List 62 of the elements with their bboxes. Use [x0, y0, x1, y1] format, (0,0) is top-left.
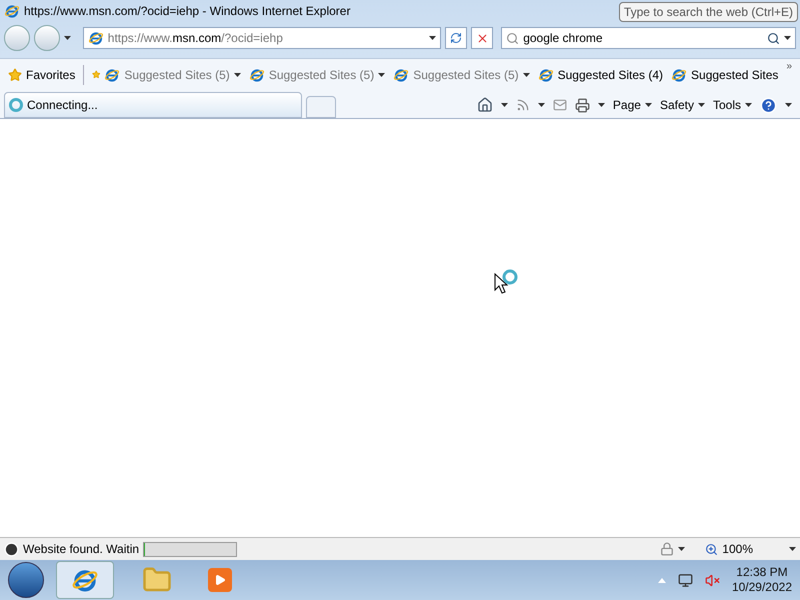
close-icon[interactable]: [476, 32, 489, 44]
browser-tab[interactable]: Connecting...: [4, 92, 302, 118]
caret-icon[interactable]: [789, 547, 796, 551]
rss-feed-icon[interactable]: [516, 98, 530, 112]
clock-icon: [4, 542, 19, 556]
browser-logo-icon: [671, 66, 688, 82]
caret-icon[interactable]: [784, 36, 792, 40]
start-button[interactable]: [8, 562, 44, 598]
browser-logo-icon: [104, 66, 120, 82]
clock[interactable]: 12:38 PM 10/29/2022: [732, 565, 792, 595]
caret-icon[interactable]: [429, 36, 436, 40]
command-menu[interactable]: Tools: [712, 96, 752, 114]
browser-logo-icon: [4, 3, 20, 19]
caret-icon[interactable]: [785, 103, 792, 107]
search-icon: [506, 32, 520, 44]
home-icon[interactable]: [476, 97, 493, 113]
refresh-button[interactable]: [445, 27, 468, 49]
printer-icon[interactable]: [574, 98, 590, 112]
suggested-sites-link[interactable]: Suggested Sites (5): [393, 66, 530, 84]
help-icon[interactable]: [760, 96, 777, 114]
media-player-taskbar-button[interactable]: [208, 568, 232, 592]
browser-logo-icon: [88, 30, 104, 46]
busy-cursor-icon: [494, 269, 520, 295]
caret-icon[interactable]: [698, 103, 705, 107]
caret-icon[interactable]: [538, 103, 545, 107]
play-icon[interactable]: [214, 574, 226, 586]
window-title: https://www.msn.com/?ocid=iehp - Windows Internet Explorer: [24, 3, 350, 20]
star-icon[interactable]: [8, 68, 22, 82]
network-icon[interactable]: [678, 572, 693, 588]
stop-button[interactable]: [471, 27, 494, 49]
loading-spinner-icon: [9, 98, 23, 112]
caret-icon[interactable]: [644, 103, 652, 107]
suggested-sites-link[interactable]: Suggested Sites (4): [538, 66, 664, 84]
zoom-button[interactable]: 100%: [705, 540, 753, 558]
caret-icon[interactable]: [378, 72, 386, 76]
overflow-chevron[interactable]: »: [786, 59, 792, 74]
zoom-icon[interactable]: [705, 542, 718, 556]
suggested-sites-link[interactable]: Suggested Sites (5): [104, 66, 241, 84]
suggested-sites-link[interactable]: Suggested Sites: [671, 66, 778, 84]
browser-logo-icon: [248, 66, 265, 82]
command-menu[interactable]: Page: [612, 96, 652, 114]
caret-icon[interactable]: [745, 103, 752, 107]
status-text: Website found. Waitin: [23, 541, 140, 558]
browser-taskbar-button[interactable]: [56, 561, 114, 599]
browser-logo-icon: [393, 66, 410, 82]
search-field[interactable]: google chrome: [501, 27, 796, 49]
caret-icon[interactable]: [522, 72, 530, 76]
refresh-icon[interactable]: [450, 32, 462, 44]
suggested-sites-link[interactable]: Suggested Sites (5): [248, 66, 386, 84]
muted-speaker-icon[interactable]: [704, 572, 720, 588]
caret-icon[interactable]: [500, 103, 508, 107]
favorites-button[interactable]: Favorites: [8, 66, 76, 84]
browser-logo-icon: [538, 66, 554, 82]
caret-icon[interactable]: [64, 36, 71, 40]
search-tooltip: Type to search the web (Ctrl+E): [618, 2, 798, 22]
address-field[interactable]: https://www.msn.com/?ocid=iehp: [82, 27, 442, 49]
caret-icon[interactable]: [678, 547, 686, 551]
caret-icon[interactable]: [598, 103, 605, 107]
command-menu[interactable]: Safety: [660, 96, 705, 114]
mail-icon[interactable]: [552, 98, 567, 112]
caret-icon[interactable]: [234, 72, 241, 76]
search-icon[interactable]: [767, 32, 780, 44]
